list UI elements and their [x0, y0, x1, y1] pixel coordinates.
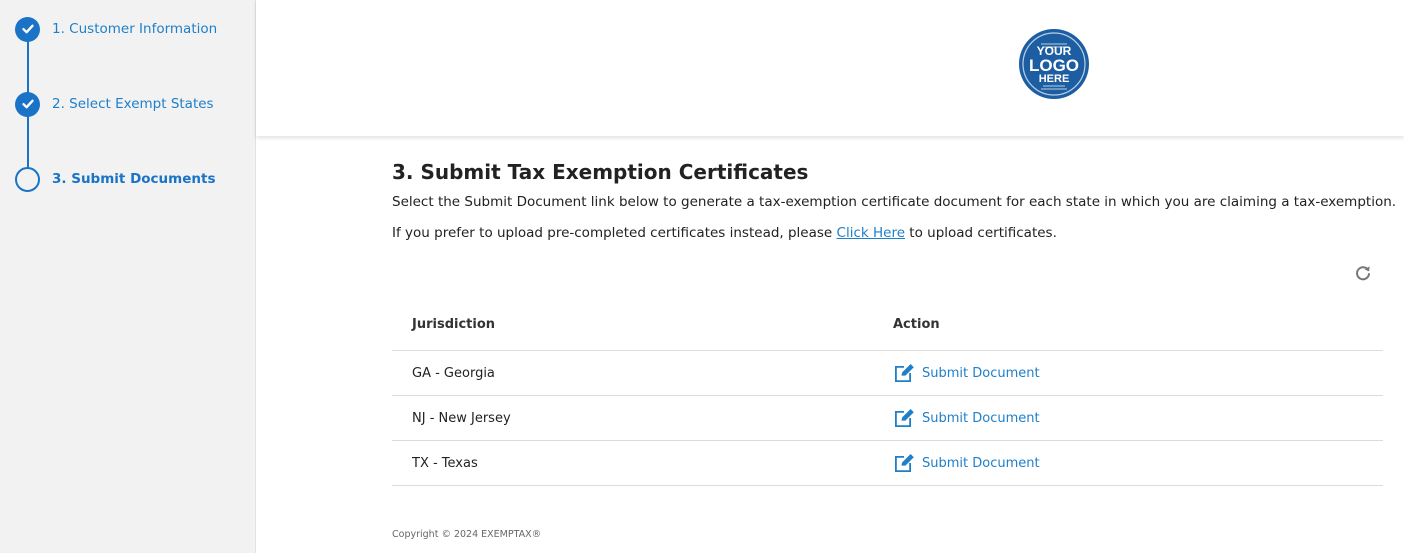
edit-icon [895, 454, 914, 472]
refresh-icon[interactable] [1354, 264, 1372, 282]
company-logo: YOUR LOGO HERE [1019, 29, 1089, 99]
submit-document-link[interactable]: Submit Document [893, 452, 1040, 474]
table-row: GA - Georgia Submit Document [392, 351, 1383, 396]
column-header-jurisdiction: Jurisdiction [412, 317, 496, 332]
check-icon [15, 91, 40, 117]
jurisdiction-cell: GA - Georgia [412, 366, 495, 381]
circle-icon [15, 166, 40, 192]
edit-icon [895, 409, 914, 427]
copyright-footer: Copyright © 2024 EXEMPTAX® [392, 529, 542, 540]
check-icon [15, 16, 40, 42]
step-label: 3. Submit Documents [52, 171, 216, 187]
jurisdiction-cell: NJ - New Jersey [412, 411, 511, 426]
table-row: NJ - New Jersey Submit Document [392, 396, 1383, 441]
table-header: Jurisdiction Action [392, 301, 1383, 351]
submit-document-label: Submit Document [922, 455, 1040, 471]
step-select-exempt-states[interactable]: 2. Select Exempt States [15, 91, 214, 117]
upload-prefix: If you prefer to upload pre-completed ce… [392, 225, 837, 241]
step-customer-information[interactable]: 1. Customer Information [15, 16, 217, 42]
submit-document-link[interactable]: Submit Document [893, 362, 1040, 384]
page-title: 3. Submit Tax Exemption Certificates [392, 160, 809, 184]
click-here-link[interactable]: Click Here [837, 225, 905, 241]
logo-line-3: HERE [1039, 73, 1070, 85]
submit-document-label: Submit Document [922, 410, 1040, 426]
upload-instructions: If you prefer to upload pre-completed ce… [392, 225, 1057, 241]
jurisdiction-cell: TX - Texas [412, 456, 478, 471]
table-row: TX - Texas Submit Document [392, 441, 1383, 486]
instructions-text: Select the Submit Document link below to… [392, 194, 1397, 210]
header: YOUR LOGO HERE [256, 0, 1404, 136]
submit-document-label: Submit Document [922, 365, 1040, 381]
step-label: 2. Select Exempt States [52, 96, 214, 112]
jurisdiction-table: Jurisdiction Action GA - Georgia Submit … [392, 301, 1383, 486]
step-submit-documents[interactable]: 3. Submit Documents [15, 166, 215, 192]
step-label: 1. Customer Information [52, 21, 218, 37]
column-header-action: Action [893, 317, 940, 332]
submit-document-link[interactable]: Submit Document [893, 407, 1040, 429]
upload-suffix: to upload certificates. [905, 225, 1057, 241]
edit-icon [895, 364, 914, 382]
sidebar: 1. Customer Information 2. Select Exempt… [0, 0, 256, 553]
